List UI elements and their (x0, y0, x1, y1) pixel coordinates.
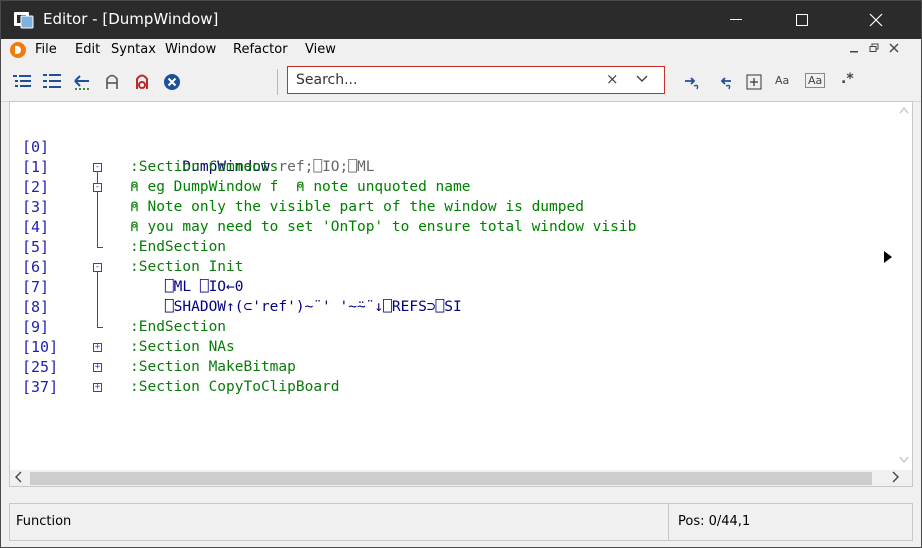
code-line: ⍝ you may need to set 'OnTop' to ensure … (130, 219, 637, 235)
status-bar: Function Pos: 0/44,1 (9, 503, 913, 541)
cancel-icon[interactable] (161, 71, 183, 93)
menu-refactor[interactable]: Refactor (233, 42, 288, 57)
title-bar[interactable]: Editor - [DumpWindow] (1, 1, 921, 39)
status-position: Pos: 0/44,1 (678, 514, 751, 529)
function-args: ref;⎕IO;⎕ML (269, 159, 375, 175)
horizontal-scroll-thumb[interactable] (30, 472, 872, 485)
menu-view[interactable]: View (305, 42, 336, 57)
scroll-right-icon[interactable] (890, 471, 900, 483)
fold-end (97, 247, 103, 248)
outline-list-alt-icon[interactable] (41, 71, 63, 93)
fold-line (97, 272, 98, 327)
line-number: [37] (22, 378, 59, 396)
menu-file[interactable]: File (35, 42, 57, 57)
code-line: ⍝ eg DumpWindow f ⍝ note unquoted name (130, 179, 471, 195)
toolbar-separator (277, 69, 278, 95)
find-next-icon[interactable] (681, 71, 703, 93)
go-back-icon[interactable] (71, 71, 93, 93)
regex-toggle[interactable]: .* (841, 71, 854, 87)
fold-line (97, 192, 98, 247)
fold-collapse-icon[interactable]: - (93, 183, 102, 192)
maximize-button[interactable] (779, 1, 825, 39)
fold-expand-icon[interactable]: + (93, 383, 102, 392)
mdi-restore-button[interactable] (865, 42, 883, 58)
lock-icon[interactable] (101, 71, 123, 93)
find-previous-icon[interactable] (713, 71, 735, 93)
status-divider (668, 504, 669, 540)
line-number: [8] (22, 298, 50, 316)
vertical-scrollbar[interactable] (895, 102, 912, 468)
code-line: :EndSection (130, 319, 227, 335)
search-input[interactable] (296, 70, 586, 90)
code-line: :Section Comments (130, 159, 279, 175)
restore-icon (869, 43, 879, 52)
code-line: ⎕SHADOW↑(⊂'ref')~¨' '~⍨¨↓⎕REFS⊃⎕SI (130, 299, 462, 315)
whole-word-toggle[interactable]: Aa (805, 73, 826, 88)
code-editor[interactable]: [0] [1] [2] [3] [4] [5] [6] [7] [8] [9] … (9, 101, 913, 487)
line-number: [6] (22, 258, 50, 276)
code-line: :Section Init (130, 259, 244, 275)
mdi-minimize-button[interactable] (845, 42, 863, 58)
code-line: :Section CopyToClipBoard (130, 379, 340, 395)
unlock-icon[interactable] (131, 71, 153, 93)
mdi-close-button[interactable] (885, 42, 903, 58)
menu-syntax[interactable]: Syntax (111, 42, 156, 57)
status-object-type: Function (16, 514, 72, 529)
fold-expand-icon[interactable]: + (93, 363, 102, 372)
close-icon (889, 43, 899, 53)
code-line: :Section NAs (130, 339, 235, 355)
editor-window: Editor - [DumpWindow] File Edit Syntax W… (0, 0, 922, 548)
app-menu-icon[interactable] (10, 42, 26, 58)
close-icon (869, 13, 883, 27)
minimize-icon (850, 51, 858, 53)
line-number: [25] (22, 358, 59, 376)
horizontal-scrollbar[interactable] (10, 470, 912, 486)
code-line: ⍝ Note only the visible part of the wind… (130, 199, 584, 215)
menu-window[interactable]: Window (165, 42, 216, 57)
fold-collapse-icon[interactable]: - (93, 163, 102, 172)
fold-end (97, 327, 103, 328)
maximize-icon (796, 14, 808, 26)
line-overflow-icon (884, 251, 892, 263)
scroll-up-icon[interactable] (899, 106, 909, 114)
line-number: [10] (22, 338, 59, 356)
line-number: [5] (22, 238, 50, 256)
code-line: ⎕ML ⎕IO←0 (130, 279, 244, 295)
menu-edit[interactable]: Edit (75, 42, 100, 57)
line-number: [1] (22, 158, 50, 176)
clear-search-icon[interactable]: × (606, 70, 619, 88)
minimize-button[interactable] (713, 1, 759, 39)
line-number: [9] (22, 318, 50, 336)
expand-box-icon[interactable] (743, 71, 765, 93)
window-title: Editor - [DumpWindow] (43, 10, 219, 28)
line-number: [0] (22, 138, 50, 156)
line-number: [3] (22, 198, 50, 216)
outline-list-icon[interactable] (11, 71, 33, 93)
line-number: [4] (22, 218, 50, 236)
search-box[interactable]: × (287, 66, 665, 94)
line-number: [7] (22, 278, 50, 296)
minimize-icon (730, 19, 742, 20)
match-case-toggle[interactable]: Aa (775, 74, 789, 87)
scroll-left-icon[interactable] (14, 471, 24, 483)
line-number: [2] (22, 178, 50, 196)
chevron-down-icon[interactable] (636, 73, 648, 85)
toolbar: × Aa Aa .* (1, 61, 921, 102)
menu-bar: File Edit Syntax Window Refactor View (1, 39, 921, 61)
code-line: :Section MakeBitmap (130, 359, 296, 375)
scroll-down-icon[interactable] (899, 456, 909, 464)
fold-expand-icon[interactable]: + (93, 343, 102, 352)
code-line: :EndSection (130, 239, 227, 255)
app-icon (14, 12, 34, 29)
close-button[interactable] (853, 1, 899, 39)
fold-collapse-icon[interactable]: - (93, 263, 102, 272)
